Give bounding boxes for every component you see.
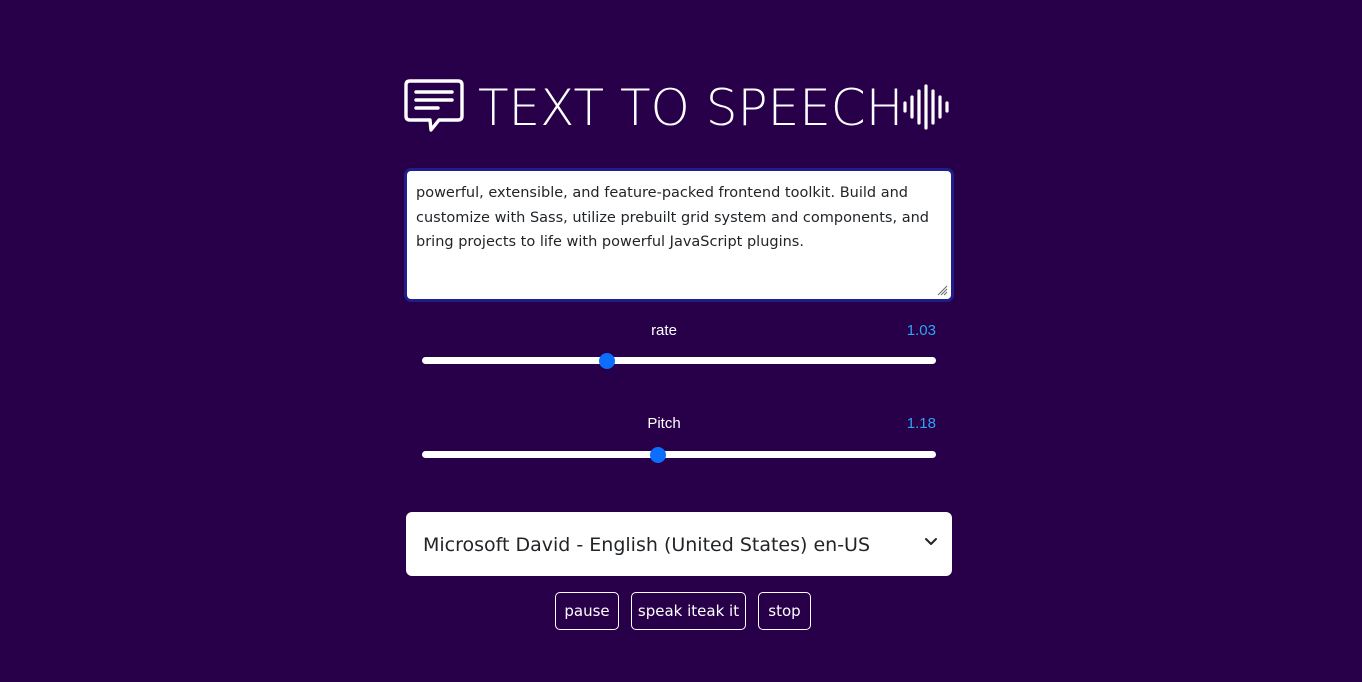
text-input-container: powerful, extensible, and feature-packed… xyxy=(404,168,954,302)
sound-wave-icon xyxy=(903,84,949,130)
stop-button[interactable]: stop xyxy=(758,592,811,630)
pitch-slider-block: Pitch 1.18 xyxy=(420,413,938,465)
pitch-label: Pitch xyxy=(647,415,681,432)
pitch-slider-track[interactable] xyxy=(422,451,936,458)
header: TEXT TO SPEECH xyxy=(404,76,952,138)
rate-slider-thumb[interactable] xyxy=(599,353,616,369)
rate-slider-block: rate 1.03 xyxy=(420,320,938,372)
speech-text-input[interactable]: powerful, extensible, and feature-packed… xyxy=(407,171,951,299)
chevron-down-icon xyxy=(925,538,937,545)
rate-label: rate xyxy=(651,322,677,339)
app-page: TEXT TO SPEECH powerful, extensible, and… xyxy=(0,0,1362,682)
pitch-value: 1.18 xyxy=(906,415,936,432)
rate-value: 1.03 xyxy=(906,322,936,339)
pause-button[interactable]: pause xyxy=(555,592,619,630)
page-title: TEXT TO SPEECH xyxy=(478,79,904,137)
rate-slider-track[interactable] xyxy=(422,357,936,364)
chat-bubble-icon xyxy=(404,79,464,132)
voice-select-value: Microsoft David - English (United States… xyxy=(423,534,871,556)
voice-select[interactable]: Microsoft David - English (United States… xyxy=(406,512,952,576)
resize-grip-icon[interactable] xyxy=(937,285,948,296)
pitch-slider-thumb[interactable] xyxy=(650,447,667,463)
speak-button[interactable]: speak iteak it xyxy=(631,592,746,630)
